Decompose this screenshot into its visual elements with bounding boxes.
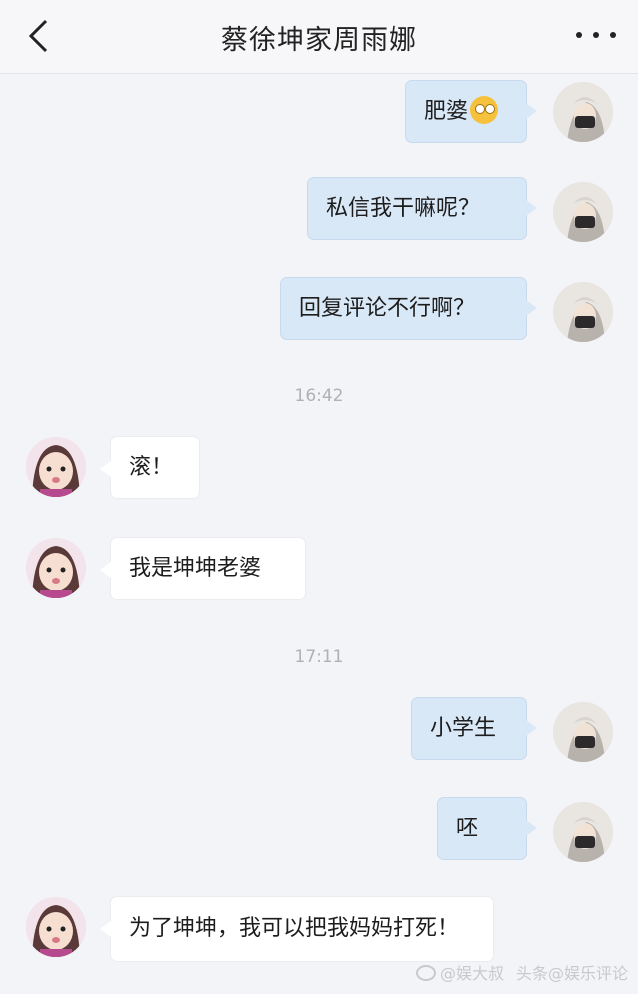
timestamp: 16:42 bbox=[294, 386, 344, 406]
eye-roll-emoji-icon bbox=[470, 96, 499, 124]
contact-avatar[interactable] bbox=[26, 538, 86, 598]
contact-avatar-icon bbox=[26, 538, 86, 598]
outgoing-message[interactable]: 小学生 bbox=[411, 697, 537, 760]
my-avatar[interactable] bbox=[553, 182, 613, 242]
dot-icon bbox=[576, 32, 582, 38]
message-text: 小学生 bbox=[430, 716, 497, 741]
contact-avatar-icon bbox=[26, 437, 86, 497]
weibo-icon bbox=[415, 965, 436, 981]
message-text: 为了坤坤，我可以把我妈妈打死！ bbox=[129, 916, 460, 941]
message-text: 私信我干嘛呢？ bbox=[326, 196, 481, 221]
watermark: @娱大叔 头条@娱乐评论 bbox=[415, 960, 628, 984]
incoming-message[interactable]: 我是坤坤老婆 bbox=[100, 537, 306, 600]
chat-header: 蔡徐坤家周雨娜 bbox=[0, 0, 638, 74]
my-avatar[interactable] bbox=[553, 702, 613, 762]
chat-title: 蔡徐坤家周雨娜 bbox=[221, 25, 417, 56]
message-text: 滚！ bbox=[129, 455, 174, 480]
contact-avatar-icon bbox=[26, 897, 86, 957]
more-options-button[interactable] bbox=[576, 22, 616, 48]
user-avatar-icon bbox=[553, 182, 613, 242]
user-avatar-icon bbox=[553, 702, 613, 762]
message-text: 我是坤坤老婆 bbox=[129, 556, 262, 581]
outgoing-message[interactable]: 回复评论不行啊？ bbox=[280, 277, 537, 340]
contact-avatar[interactable] bbox=[26, 437, 86, 497]
incoming-message[interactable]: 滚！ bbox=[100, 436, 200, 499]
contact-avatar[interactable] bbox=[26, 897, 86, 957]
outgoing-message[interactable]: 呸 bbox=[437, 797, 537, 860]
message-text: 肥婆 bbox=[424, 99, 469, 124]
dot-icon bbox=[593, 32, 599, 38]
timestamp: 17:11 bbox=[294, 647, 344, 667]
message-text: 呸 bbox=[456, 816, 479, 841]
my-avatar[interactable] bbox=[553, 282, 613, 342]
my-avatar[interactable] bbox=[553, 82, 613, 142]
dot-icon bbox=[610, 32, 616, 38]
outgoing-message[interactable]: 肥婆 bbox=[405, 80, 537, 143]
watermark-left: @娱大叔 bbox=[415, 960, 504, 984]
my-avatar[interactable] bbox=[553, 802, 613, 862]
user-avatar-icon bbox=[553, 282, 613, 342]
watermark-right: 头条@娱乐评论 bbox=[515, 964, 628, 983]
incoming-message[interactable]: 为了坤坤，我可以把我妈妈打死！ bbox=[100, 896, 494, 963]
message-text: 回复评论不行啊？ bbox=[299, 296, 476, 321]
user-avatar-icon bbox=[553, 82, 613, 142]
outgoing-message[interactable]: 私信我干嘛呢？ bbox=[307, 177, 537, 240]
user-avatar-icon bbox=[553, 802, 613, 862]
